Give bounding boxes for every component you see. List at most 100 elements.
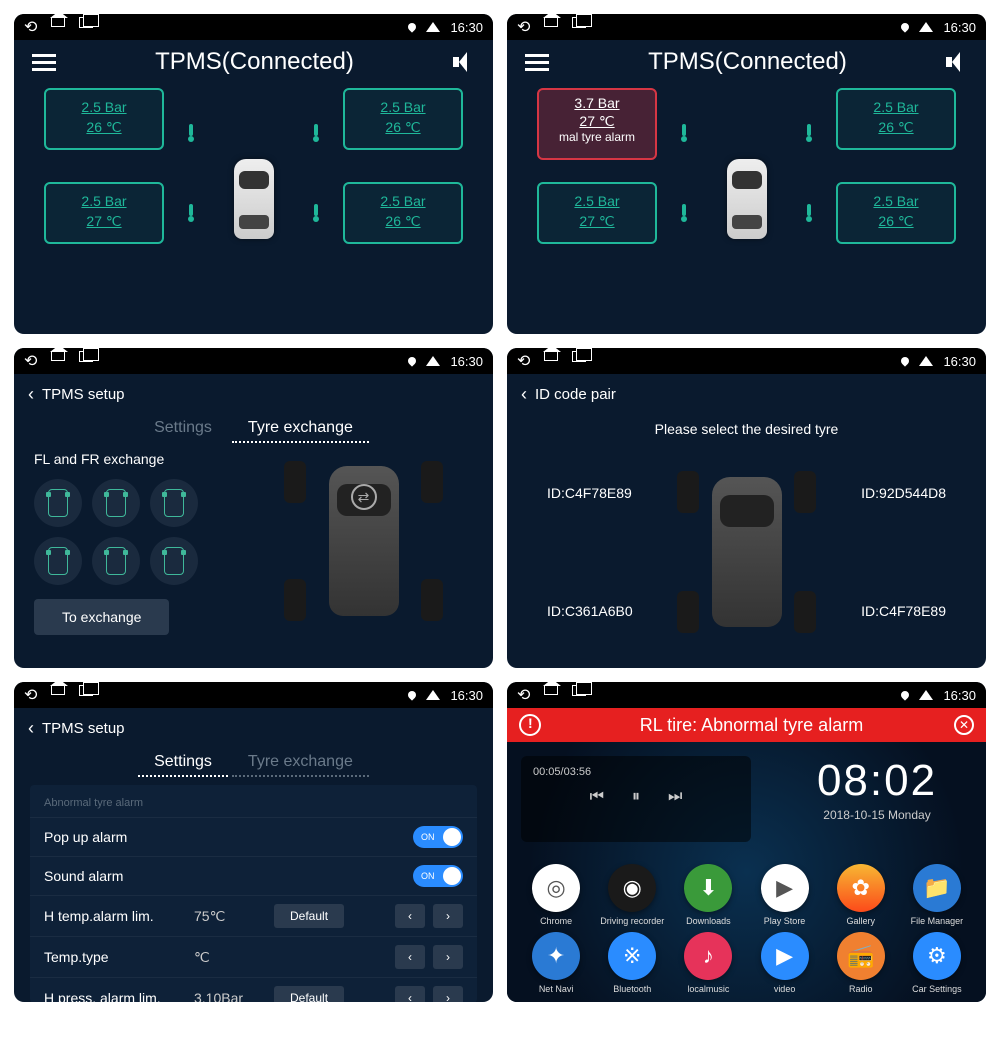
default-button[interactable]: Default [274, 986, 344, 1002]
back-icon[interactable]: ⟲ [517, 351, 530, 371]
settings-list: Abnormal tyre alarm Pop up alarm ON Soun… [30, 785, 477, 1002]
tire-fr[interactable]: 2.5 Bar 26 ℃ [343, 88, 463, 150]
app-car-settings[interactable]: ⚙Car Settings [902, 932, 972, 994]
tab-tyre-exchange[interactable]: Tyre exchange [232, 415, 369, 443]
id-rl: ID:C361A6B0 [547, 603, 633, 619]
app-driving-recorder[interactable]: ◉Driving recorder [597, 864, 667, 926]
app-bluetooth[interactable]: ※Bluetooth [597, 932, 667, 994]
next-track-icon[interactable]: ⏭ [668, 788, 682, 806]
exchange-option-6[interactable] [150, 537, 198, 585]
tyre-rl[interactable] [677, 591, 699, 633]
row-temp-type: Temp.type ℃ ‹ › [30, 936, 477, 977]
exchange-option-4[interactable] [34, 537, 82, 585]
exchange-option-1[interactable] [34, 479, 82, 527]
increase-button[interactable]: › [433, 945, 463, 969]
temp-value: 26 ℃ [345, 118, 461, 138]
exchange-option-3[interactable] [150, 479, 198, 527]
recent-icon[interactable] [572, 351, 586, 362]
app-icon: ▶ [761, 864, 809, 912]
tire-fl-alarm[interactable]: 3.7 Bar 27 ℃ mal tyre alarm [537, 88, 657, 160]
panel-id-pair: ⟲ 16:30 ‹ ID code pair Please select the… [507, 348, 986, 668]
pressure-value: 2.5 Bar [345, 192, 461, 212]
car-icon [234, 159, 274, 239]
setting-label: Temp.type [44, 949, 194, 965]
status-bar: ⟲ 16:30 [507, 348, 986, 374]
increase-button[interactable]: › [433, 986, 463, 1002]
tire-rl[interactable]: 2.5 Bar 27 ℃ [44, 182, 164, 244]
speaker-icon[interactable] [453, 51, 475, 73]
recent-icon[interactable] [572, 17, 586, 28]
clock-text: 16:30 [943, 688, 976, 703]
app-gallery[interactable]: ✿Gallery [826, 864, 896, 926]
back-icon[interactable]: ⟲ [24, 685, 37, 705]
decrease-button[interactable]: ‹ [395, 986, 425, 1002]
pressure-value: 2.5 Bar [46, 98, 162, 118]
tyre-icon [284, 461, 306, 503]
exchange-option-5[interactable] [92, 537, 140, 585]
tab-settings[interactable]: Settings [138, 415, 228, 443]
id-fr: ID:92D544D8 [861, 485, 946, 501]
back-chevron-icon[interactable]: ‹ [28, 718, 34, 739]
panel-tpms-normal: ⟲ 16:30 TPMS(Connected) 2.5 Bar 26 ℃ 2.5… [14, 14, 493, 334]
recent-icon[interactable] [572, 685, 586, 696]
app-chrome[interactable]: ◎Chrome [521, 864, 591, 926]
pause-icon[interactable]: ⏸ [632, 788, 640, 806]
decrease-button[interactable]: ‹ [395, 904, 425, 928]
back-icon[interactable]: ⟲ [517, 685, 530, 705]
tab-settings[interactable]: Settings [138, 749, 228, 777]
back-chevron-icon[interactable]: ‹ [521, 384, 527, 405]
tire-rl[interactable]: 2.5 Bar 27 ℃ [537, 182, 657, 244]
toggle-popup-alarm[interactable]: ON [413, 826, 463, 848]
decrease-button[interactable]: ‹ [395, 945, 425, 969]
tyre-rr[interactable] [794, 591, 816, 633]
tire-fr[interactable]: 2.5 Bar 26 ℃ [836, 88, 956, 150]
back-icon[interactable]: ⟲ [24, 17, 37, 37]
menu-icon[interactable] [525, 54, 549, 71]
recent-icon[interactable] [79, 351, 93, 362]
home-icon[interactable] [544, 17, 558, 27]
app-file-manager[interactable]: 📁File Manager [902, 864, 972, 926]
to-exchange-button[interactable]: To exchange [34, 599, 169, 635]
setup-title: TPMS setup [42, 720, 125, 737]
app-icon: ♪ [684, 932, 732, 980]
pressure-value: 2.5 Bar [539, 192, 655, 212]
tyre-fl[interactable] [677, 471, 699, 513]
recent-icon[interactable] [79, 685, 93, 696]
increase-button[interactable]: › [433, 904, 463, 928]
speaker-icon[interactable] [946, 51, 968, 73]
toggle-sound-alarm[interactable]: ON [413, 865, 463, 887]
app-downloads[interactable]: ⬇Downloads [673, 864, 743, 926]
app-icon: 📻 [837, 932, 885, 980]
wifi-icon [426, 690, 440, 700]
exchange-option-2[interactable] [92, 479, 140, 527]
setting-label: H temp.alarm lim. [44, 908, 194, 924]
app-icon: ▶ [761, 932, 809, 980]
app-label: Net Navi [521, 984, 591, 994]
back-icon[interactable]: ⟲ [517, 17, 530, 37]
back-icon[interactable]: ⟲ [24, 351, 37, 371]
media-widget[interactable]: 00:05/03:56 ⏮ ⏸ ⏭ [521, 756, 751, 842]
app-radio[interactable]: 📻Radio [826, 932, 896, 994]
prev-track-icon[interactable]: ⏮ [590, 788, 604, 806]
recent-icon[interactable] [79, 17, 93, 28]
home-icon[interactable] [51, 17, 65, 27]
tire-rr[interactable]: 2.5 Bar 26 ℃ [343, 182, 463, 244]
tire-fl[interactable]: 2.5 Bar 26 ℃ [44, 88, 164, 150]
home-icon[interactable] [544, 351, 558, 361]
alarm-banner[interactable]: RL tire: Abnormal tyre alarm ✕ [507, 708, 986, 742]
home-icon[interactable] [51, 685, 65, 695]
back-chevron-icon[interactable]: ‹ [28, 384, 34, 405]
app-play-store[interactable]: ▶Play Store [749, 864, 819, 926]
app-video[interactable]: ▶video [749, 932, 819, 994]
tyre-fr[interactable] [794, 471, 816, 513]
menu-icon[interactable] [32, 54, 56, 71]
app-net-navi[interactable]: ✦Net Navi [521, 932, 591, 994]
home-icon[interactable] [544, 685, 558, 695]
tire-rr[interactable]: 2.5 Bar 26 ℃ [836, 182, 956, 244]
home-icon[interactable] [51, 351, 65, 361]
close-icon[interactable]: ✕ [954, 715, 974, 735]
default-button[interactable]: Default [274, 904, 344, 928]
sensor-icon [189, 124, 193, 136]
tab-tyre-exchange[interactable]: Tyre exchange [232, 749, 369, 777]
app-localmusic[interactable]: ♪localmusic [673, 932, 743, 994]
